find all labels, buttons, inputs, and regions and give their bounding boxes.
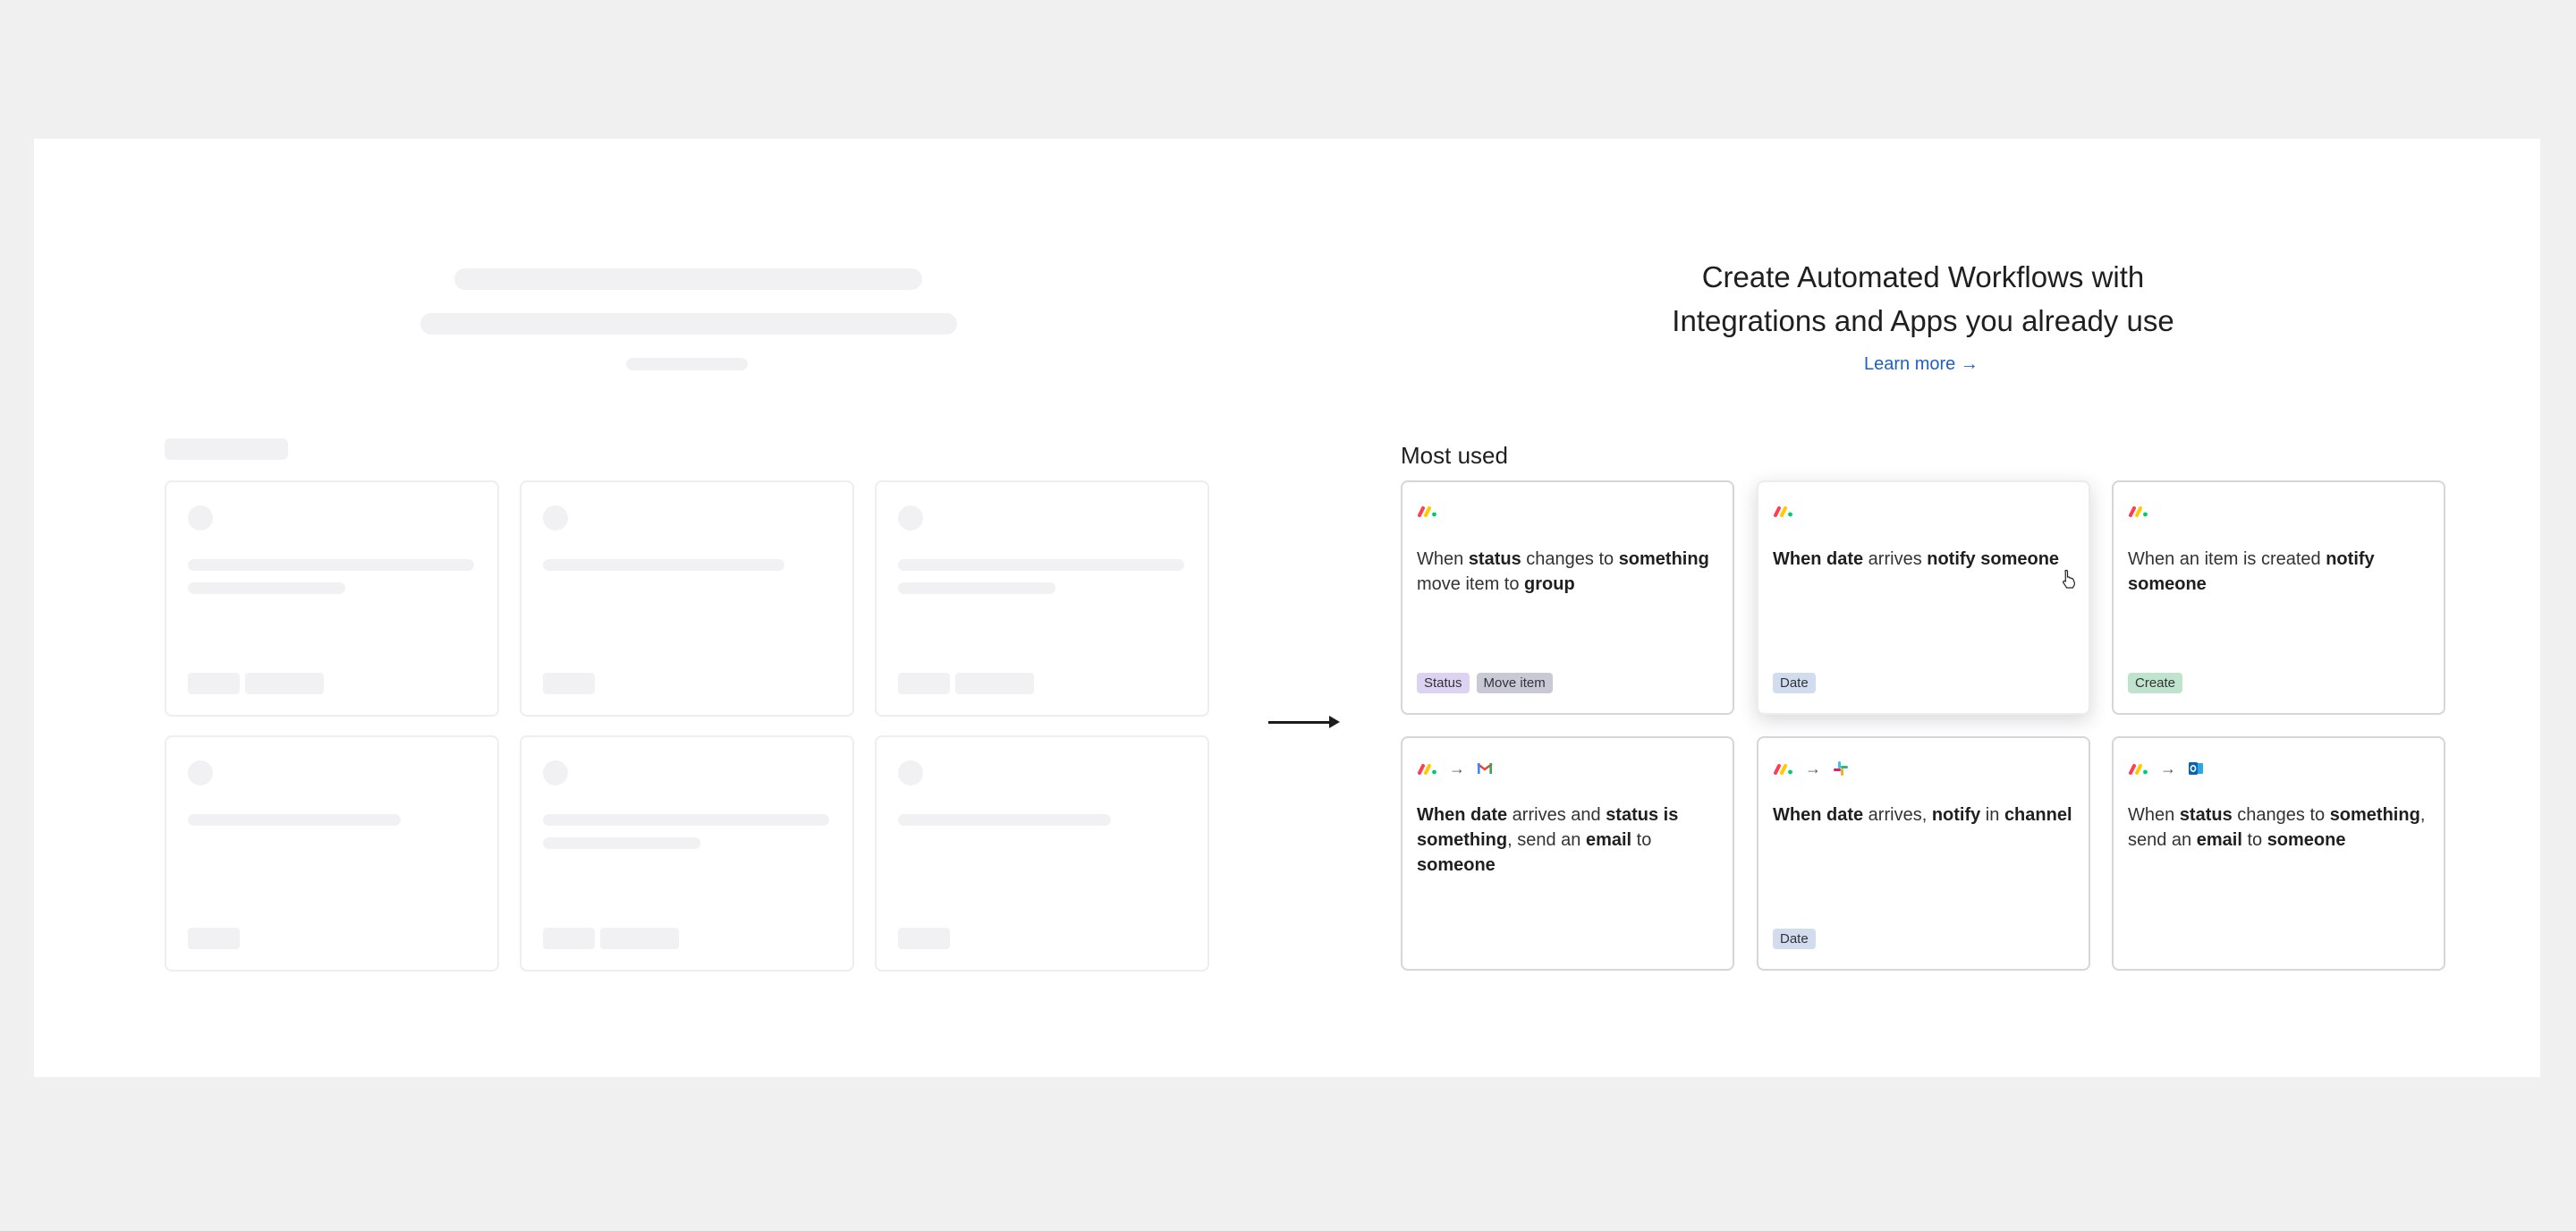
recipe-text: , send an bbox=[1507, 830, 1586, 850]
recipe-text: When an item is created bbox=[2128, 549, 2326, 569]
recipe-tags: Create bbox=[2128, 673, 2183, 693]
recipe-keyword: someone bbox=[1417, 855, 1496, 875]
monday-logo-icon bbox=[2128, 761, 2149, 776]
recipe-text: to bbox=[1631, 830, 1652, 850]
recipe-tags: Status Move item bbox=[1417, 673, 1553, 693]
arrow-right-icon: → bbox=[1449, 760, 1465, 777]
recipe-tag: Create bbox=[2128, 673, 2183, 693]
recipe-text: arrives, bbox=[1863, 805, 1932, 825]
recipe-keyword: email bbox=[2196, 830, 2242, 850]
recipe-description: When date arrives, notify in channel bbox=[1773, 802, 2076, 828]
recipe-card[interactable]: When status changes to something move it… bbox=[1401, 480, 1734, 715]
recipe-text: arrives bbox=[1863, 549, 1928, 569]
skeleton-card bbox=[875, 735, 1209, 972]
recipe-app-icons bbox=[1773, 504, 1794, 518]
hand-cursor-icon bbox=[2063, 569, 2075, 589]
skeleton-card bbox=[165, 735, 499, 972]
recipe-text: changes to bbox=[1521, 549, 1619, 569]
recipe-tag: Date bbox=[1773, 673, 1816, 693]
recipe-tag: Date bbox=[1773, 929, 1816, 949]
recipe-keyword: something bbox=[2329, 805, 2420, 825]
monday-logo-icon bbox=[1417, 761, 1438, 776]
recipe-keyword: When date bbox=[1773, 549, 1864, 569]
recipe-tags: Date bbox=[1773, 673, 1816, 693]
learn-more-link[interactable]: Learn more → bbox=[1864, 354, 1979, 375]
recipe-keyword: When date bbox=[1773, 805, 1864, 825]
recipe-text: arrives and bbox=[1507, 805, 1606, 825]
skeleton-title-line bbox=[420, 313, 957, 335]
recipe-tag: Status bbox=[1417, 673, 1470, 693]
skeleton-card bbox=[875, 480, 1209, 717]
recipe-keyword: status bbox=[2179, 805, 2233, 825]
recipe-description: When an item is created notify someone bbox=[2128, 547, 2431, 597]
skeleton-card bbox=[520, 480, 854, 717]
recipe-description: When date arrives and status is somethin… bbox=[1417, 802, 1720, 878]
recipe-text: move item to bbox=[1417, 574, 1525, 594]
recipe-keyword: something bbox=[1618, 549, 1709, 569]
recipe-keyword: channel bbox=[2004, 805, 2072, 825]
outlook-icon bbox=[2187, 760, 2205, 777]
monday-logo-icon bbox=[1773, 504, 1794, 518]
recipe-keyword: group bbox=[1524, 574, 1575, 594]
slack-icon bbox=[1832, 760, 1850, 777]
skeleton-section-title bbox=[165, 438, 288, 460]
recipe-text: changes to bbox=[2232, 805, 2330, 825]
recipe-keyword: When date bbox=[1417, 805, 1508, 825]
recipe-app-icons bbox=[2128, 504, 2149, 518]
headline-line-1: Create Automated Workflows with bbox=[1701, 260, 2145, 293]
recipe-text: in bbox=[1980, 805, 2004, 825]
recipe-card[interactable]: When date arrives notify someone Date bbox=[1757, 480, 2090, 715]
section-title-most-used: Most used bbox=[1401, 442, 1508, 469]
recipe-description: When status changes to something move it… bbox=[1417, 547, 1720, 597]
arrow-right-icon: → bbox=[2160, 760, 2176, 777]
skeleton-subtitle-line bbox=[626, 358, 748, 370]
recipe-app-icons: → bbox=[1773, 760, 1850, 777]
recipe-text: When bbox=[1417, 549, 1469, 569]
page-headline: Create Automated Workflows with Integrat… bbox=[1565, 255, 2281, 343]
recipe-keyword: status bbox=[1468, 549, 1521, 569]
gmail-icon bbox=[1476, 760, 1494, 777]
monday-logo-icon bbox=[2128, 504, 2149, 518]
recipe-keyword: email bbox=[1585, 830, 1632, 850]
recipe-keyword: someone bbox=[2267, 830, 2346, 850]
recipe-app-icons: → bbox=[1417, 760, 1494, 777]
monday-logo-icon bbox=[1773, 761, 1794, 776]
arrow-right-icon: → bbox=[1805, 760, 1821, 777]
skeleton-card bbox=[165, 480, 499, 717]
skeleton-title-line bbox=[454, 268, 922, 290]
recipe-text: to bbox=[2241, 830, 2267, 850]
recipe-description: When date arrives notify someone bbox=[1773, 547, 2076, 572]
recipe-description: When status changes to something, send a… bbox=[2128, 802, 2431, 853]
monday-logo-icon bbox=[1417, 504, 1438, 518]
recipe-card[interactable]: → When date arrives, notify in channel Dat… bbox=[1757, 736, 2090, 971]
recipe-card[interactable]: When an item is created notify someone Cr… bbox=[2112, 480, 2445, 715]
skeleton-card bbox=[520, 735, 854, 972]
recipe-app-icons: → bbox=[2128, 760, 2205, 777]
recipe-keyword: notify bbox=[1931, 805, 1981, 825]
recipe-card[interactable]: → When status changes to something, send … bbox=[2112, 736, 2445, 971]
recipe-app-icons bbox=[1417, 504, 1438, 518]
recipe-keyword: notify someone bbox=[1927, 549, 2060, 569]
recipe-tags: Date bbox=[1773, 929, 1816, 949]
recipe-tag: Move item bbox=[1476, 673, 1553, 693]
headline-line-2: Integrations and Apps you already use bbox=[1672, 304, 2174, 337]
recipe-text: When bbox=[2128, 805, 2180, 825]
recipe-card[interactable]: → When date arrives and status is somethi… bbox=[1401, 736, 1734, 971]
